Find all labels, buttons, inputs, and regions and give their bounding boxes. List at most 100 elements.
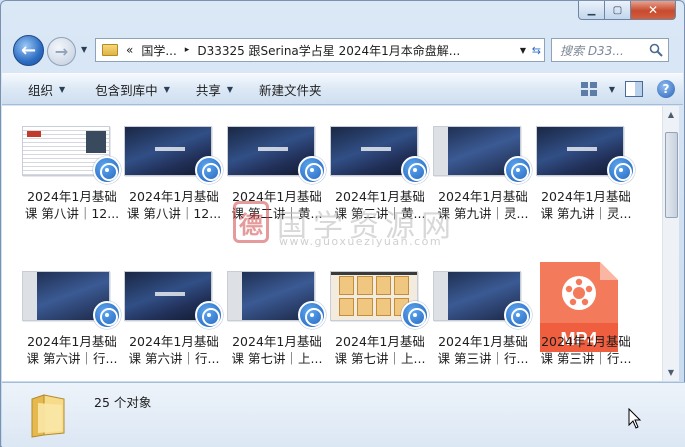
include-in-library-menu[interactable]: 包含到库中 ▼ xyxy=(73,74,178,104)
file-name: 2024年1月基础课 第七讲｜上... xyxy=(223,333,331,367)
chevron-down-icon: ▼ xyxy=(59,84,66,94)
breadcrumb-prefix[interactable]: « xyxy=(126,43,133,57)
file-list-area[interactable]: 2024年1月基础课 第八讲｜12... 2024年1月基础课 第八讲｜12...… xyxy=(2,106,662,381)
search-box[interactable]: 搜索 D33... xyxy=(551,38,669,62)
maximize-button[interactable]: ▢ xyxy=(605,1,631,20)
search-input[interactable]: 搜索 D33... xyxy=(560,42,648,59)
file-item[interactable]: 2024年1月基础课 第六讲｜行... xyxy=(120,259,223,369)
file-name-line-1: 2024年1月基础 xyxy=(541,334,631,349)
media-player-icon xyxy=(195,156,223,184)
share-label: 共享 xyxy=(195,82,221,98)
media-player-icon xyxy=(298,156,326,184)
file-name-line-1: 2024年1月基础 xyxy=(129,334,219,349)
command-bar: 组织 ▼ 包含到库中 ▼ 共享 ▼ 新建文件夹 ▼ ? xyxy=(2,73,683,105)
file-name: 2024年1月基础课 第二讲｜黄... xyxy=(326,188,434,222)
media-player-icon xyxy=(401,301,429,329)
file-item[interactable]: 2024年1月基础课 第八讲｜12... xyxy=(120,114,223,224)
file-item[interactable]: 2024年1月基础课 第九讲｜灵... xyxy=(532,114,635,224)
share-menu[interactable]: 共享 ▼ xyxy=(178,74,241,104)
file-name-line-2: 课 第八讲｜12... xyxy=(24,206,120,221)
file-name-line-1: 2024年1月基础 xyxy=(541,189,631,204)
file-name: 2024年1月基础课 第七讲｜上... xyxy=(326,333,434,367)
file-item[interactable]: 2024年1月基础课 第九讲｜灵... xyxy=(429,114,532,224)
media-player-icon xyxy=(504,156,532,184)
file-name-line-2: 课 第二讲｜黄... xyxy=(231,206,323,221)
preview-pane-icon[interactable] xyxy=(625,81,643,97)
file-name-line-1: 2024年1月基础 xyxy=(129,189,219,204)
file-name-line-1: 2024年1月基础 xyxy=(438,334,528,349)
file-name: 2024年1月基础课 第二讲｜黄... xyxy=(223,188,331,222)
scroll-up-icon[interactable]: ▲ xyxy=(663,106,679,123)
breadcrumb-chevron-icon[interactable]: ▸ xyxy=(185,45,190,55)
file-name: 2024年1月基础课 第三讲｜行... xyxy=(429,333,537,367)
file-name-line-1: 2024年1月基础 xyxy=(232,189,322,204)
file-name-line-1: 2024年1月基础 xyxy=(27,189,117,204)
close-button[interactable]: ✕ xyxy=(631,1,676,20)
forward-button[interactable]: → xyxy=(47,37,76,66)
recent-pages-dropdown[interactable]: ▼ xyxy=(81,45,87,54)
organize-label: 组织 xyxy=(28,82,54,98)
folder-icon xyxy=(31,394,65,438)
file-name-line-1: 2024年1月基础 xyxy=(335,189,425,204)
file-item[interactable]: 2024年1月基础课 第八讲｜12... xyxy=(18,114,121,224)
file-item[interactable]: 2024年1月基础课 第七讲｜上... xyxy=(223,259,326,369)
search-icon[interactable] xyxy=(649,43,663,57)
file-name: 2024年1月基础课 第八讲｜12... xyxy=(18,188,126,222)
file-name-line-1: 2024年1月基础 xyxy=(438,189,528,204)
file-name-line-2: 课 第三讲｜行... xyxy=(540,351,632,366)
file-item[interactable]: 2024年1月基础课 第七讲｜上... xyxy=(326,259,429,369)
watermark-url: www.guoxueziyuan.com xyxy=(279,235,443,248)
file-name-line-2: 课 第六讲｜行... xyxy=(26,351,118,366)
vertical-scrollbar[interactable]: ▲ ▼ xyxy=(662,106,679,381)
media-player-icon xyxy=(93,156,121,184)
address-bar[interactable]: « 国学... ▸ D33325 跟Serina学占星 2024年1月本命盘解.… xyxy=(95,38,545,62)
file-name-line-1: 2024年1月基础 xyxy=(232,334,322,349)
scroll-thumb[interactable] xyxy=(665,132,678,218)
media-player-icon xyxy=(504,301,532,329)
help-icon[interactable]: ? xyxy=(657,80,675,98)
media-player-icon xyxy=(607,156,635,184)
details-pane: 25 个对象 xyxy=(2,382,685,447)
organize-menu[interactable]: 组织 ▼ xyxy=(2,74,73,104)
media-player-icon xyxy=(298,301,326,329)
file-name: 2024年1月基础课 第三讲｜行... xyxy=(532,333,640,367)
file-item[interactable]: 2024年1月基础课 第三讲｜行... xyxy=(429,259,532,369)
explorer-window: ▁ ▢ ✕ ← → ▼ « 国学... ▸ D33325 跟Serina学占星 … xyxy=(0,0,685,447)
media-player-icon xyxy=(401,156,429,184)
mouse-cursor-icon xyxy=(628,408,642,429)
minimize-button[interactable]: ▁ xyxy=(578,1,605,20)
address-dropdown-icon[interactable]: ▼ xyxy=(520,46,526,55)
new-folder-label: 新建文件夹 xyxy=(259,82,322,98)
scroll-down-icon[interactable]: ▼ xyxy=(663,364,679,381)
folder-icon xyxy=(102,44,118,56)
caption-buttons: ▁ ▢ ✕ xyxy=(578,1,676,21)
media-player-icon xyxy=(195,301,223,329)
toolbar-right-group: ▼ ? xyxy=(579,80,675,98)
file-name: 2024年1月基础课 第六讲｜行... xyxy=(120,333,228,367)
file-item[interactable]: MP4 2024年1月基础课 第三讲｜行... xyxy=(532,259,632,369)
refresh-icon[interactable]: ⇆ xyxy=(532,44,541,57)
new-folder-button[interactable]: 新建文件夹 xyxy=(241,74,330,104)
file-name-line-2: 课 第八讲｜12... xyxy=(126,206,222,221)
file-name-line-2: 课 第七讲｜上... xyxy=(231,351,323,366)
back-button[interactable]: ← xyxy=(13,35,44,66)
file-name-line-1: 2024年1月基础 xyxy=(27,334,117,349)
breadcrumb-item-guoxue[interactable]: 国学... xyxy=(141,42,176,59)
file-name-line-2: 课 第六讲｜行... xyxy=(128,351,220,366)
chevron-down-icon: ▼ xyxy=(226,84,234,94)
breadcrumb-item-current[interactable]: D33325 跟Serina学占星 2024年1月本命盘解... xyxy=(197,42,460,59)
chevron-down-icon: ▼ xyxy=(163,84,170,94)
file-name-line-2: 课 第九讲｜灵... xyxy=(437,206,529,221)
file-name-line-2: 课 第三讲｜行... xyxy=(437,351,529,366)
change-view-icon[interactable] xyxy=(579,80,599,98)
item-count: 25 个对象 xyxy=(94,395,152,410)
file-item[interactable]: 2024年1月基础课 第二讲｜黄... xyxy=(223,114,326,224)
file-item[interactable]: 2024年1月基础课 第二讲｜黄... xyxy=(326,114,429,224)
include-in-library-label: 包含到库中 xyxy=(95,82,158,98)
file-name: 2024年1月基础课 第六讲｜行... xyxy=(18,333,126,367)
file-name: 2024年1月基础课 第八讲｜12... xyxy=(120,188,228,222)
file-item[interactable]: 2024年1月基础课 第六讲｜行... xyxy=(18,259,121,369)
file-name-line-2: 课 第九讲｜灵... xyxy=(540,206,632,221)
view-options-dropdown[interactable]: ▼ xyxy=(609,85,615,94)
navigation-bar: ← → ▼ « 国学... ▸ D33325 跟Serina学占星 2024年1… xyxy=(9,33,676,67)
